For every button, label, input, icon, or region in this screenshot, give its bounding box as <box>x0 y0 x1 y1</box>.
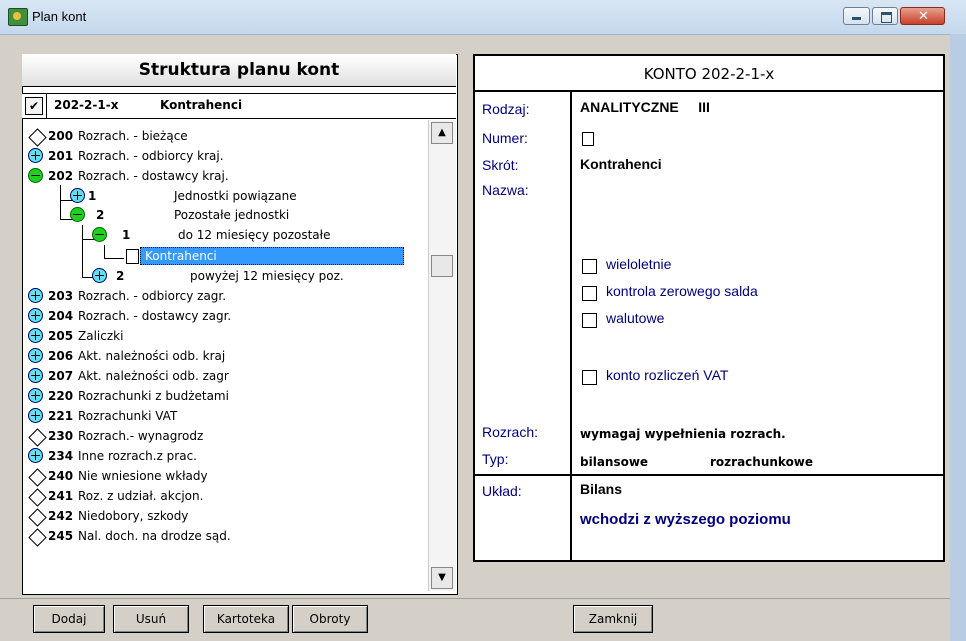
selected-name: Kontrahenci <box>160 98 243 112</box>
expand-icon[interactable] <box>28 408 43 423</box>
tree-panel-header: Struktura planu kont <box>22 54 456 87</box>
walutowe-label: walutowe <box>606 310 665 326</box>
dodaj-button[interactable]: Dodaj <box>33 605 105 633</box>
minimize-button[interactable] <box>843 7 870 25</box>
expand-icon[interactable] <box>28 368 43 383</box>
walutowe-checkbox[interactable] <box>582 313 597 328</box>
uklad-inherit: wchodzi z wyższego poziomu <box>580 511 791 528</box>
label-nazwa: Nazwa: <box>482 182 529 198</box>
tree-scrollbar[interactable]: ▲ ▼ <box>428 120 456 591</box>
expand-icon[interactable] <box>70 188 85 203</box>
expand-icon[interactable] <box>28 148 43 163</box>
leaf-diamond-icon <box>28 528 47 547</box>
tree-line <box>104 258 124 259</box>
konto-vat-label: konto rozliczeń VAT <box>606 367 729 383</box>
window-title: Plan kont <box>32 9 87 24</box>
account-tree[interactable]: 200 Rozrach. - bieżące 201 Rozrach. - od… <box>22 117 426 593</box>
account-details-panel <box>473 54 945 562</box>
kontrola-salda-label: kontrola zerowego salda <box>606 283 758 299</box>
leaf-diamond-icon <box>28 468 47 487</box>
close-icon: ✕ <box>918 9 929 24</box>
leaf-diamond-icon <box>28 508 47 527</box>
konto-vat-checkbox[interactable] <box>582 370 597 385</box>
wieloletnie-label: wieloletnie <box>606 256 672 272</box>
title-bar[interactable]: Plan kont ✕ <box>0 0 966 35</box>
divider <box>0 598 950 599</box>
rodzaj-value: ANALITYCZNE III <box>580 99 710 115</box>
typ-bilansowe: bilansowe <box>580 455 649 469</box>
separator <box>46 94 47 118</box>
account-header: KONTO 202-2-1-x <box>473 54 945 92</box>
expand-icon[interactable] <box>28 288 43 303</box>
uklad-value: Bilans <box>580 481 623 497</box>
expand-icon[interactable] <box>28 308 43 323</box>
tree-item-kontrahenci-selected[interactable]: Kontrahenci <box>140 247 404 265</box>
label-skrot: Skrót: <box>482 157 519 173</box>
plan-kont-window: Plan kont ✕ Struktura planu kont ✔ 202-2… <box>0 0 966 641</box>
app-icon <box>8 8 28 26</box>
close-button[interactable]: ✕ <box>900 7 945 25</box>
document-icon <box>582 132 594 146</box>
usun-button[interactable]: Usuń <box>113 605 189 633</box>
expand-icon[interactable] <box>28 348 43 363</box>
collapse-icon[interactable] <box>28 168 43 183</box>
tree-line <box>60 185 61 219</box>
divider <box>473 474 945 476</box>
leaf-diamond-icon <box>28 428 47 447</box>
expand-icon[interactable] <box>92 268 107 283</box>
rozrach-value: wymagaj wypełnienia rozrach. <box>580 427 786 441</box>
scroll-down-icon[interactable]: ▼ <box>431 567 453 589</box>
label-rodzaj: Rodzaj: <box>482 101 530 117</box>
maximize-button[interactable] <box>872 7 898 25</box>
tree-line <box>104 245 105 259</box>
kartoteka-button[interactable]: Kartoteka <box>203 605 289 633</box>
collapse-icon[interactable] <box>70 207 85 222</box>
scroll-up-icon[interactable]: ▲ <box>431 122 453 144</box>
typ-rozrachunkowe: rozrachunkowe <box>710 455 814 469</box>
wieloletnie-checkbox[interactable] <box>582 259 597 274</box>
expand-icon[interactable] <box>28 328 43 343</box>
skrot-value: Kontrahenci <box>580 156 662 172</box>
label-uklad: Układ: <box>482 483 522 499</box>
expand-icon[interactable] <box>28 388 43 403</box>
leaf-diamond-icon <box>28 128 47 147</box>
obroty-button[interactable]: Obroty <box>292 605 368 633</box>
divider <box>570 92 572 562</box>
scroll-thumb[interactable] <box>431 255 453 277</box>
collapse-icon[interactable] <box>92 227 107 242</box>
window-border <box>950 34 966 641</box>
selected-account-bar[interactable]: ✔ 202-2-1-x Kontrahenci <box>22 93 456 119</box>
zamknij-button[interactable]: Zamknij <box>573 605 653 633</box>
confirm-icon[interactable]: ✔ <box>25 97 43 115</box>
tree-line <box>82 225 83 277</box>
kontrola-salda-checkbox[interactable] <box>582 286 597 301</box>
expand-icon[interactable] <box>28 448 43 463</box>
label-typ: Typ: <box>482 451 509 467</box>
selected-code: 202-2-1-x <box>54 98 119 112</box>
maximize-icon <box>881 12 892 23</box>
document-icon <box>126 249 139 264</box>
label-numer: Numer: <box>482 130 528 146</box>
label-rozrach: Rozrach: <box>482 424 539 440</box>
minimize-icon <box>852 17 861 20</box>
leaf-diamond-icon <box>28 488 47 507</box>
